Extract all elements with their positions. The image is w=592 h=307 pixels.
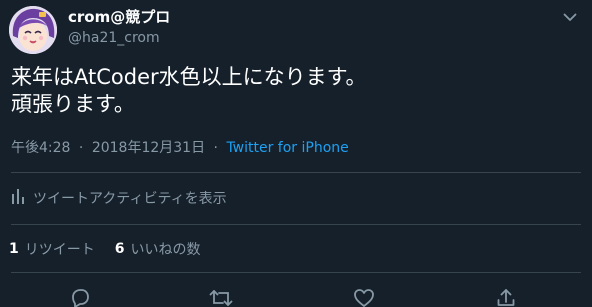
- tweet-activity-label: ツイートアクティビティを表示: [33, 191, 227, 207]
- user-handle[interactable]: @ha21_crom: [68, 29, 160, 47]
- share-icon[interactable]: [494, 286, 518, 307]
- retweets-stat[interactable]: 1 リツイート: [9, 239, 95, 259]
- reply-icon[interactable]: [68, 286, 92, 307]
- tweet-source-link[interactable]: Twitter for iPhone: [226, 140, 348, 156]
- likes-stat[interactable]: 6 いいねの数: [115, 239, 201, 259]
- heart-icon[interactable]: [352, 286, 376, 307]
- bar-chart-icon: [11, 188, 25, 208]
- retweets-label: リツイート: [24, 242, 95, 258]
- divider: [11, 272, 581, 273]
- chevron-down-icon[interactable]: [560, 8, 580, 26]
- meta-separator: ·: [213, 140, 218, 156]
- likes-label: いいねの数: [130, 242, 201, 258]
- tweet-stats: 1 リツイート 6 いいねの数: [9, 239, 221, 259]
- tweet-activity-link[interactable]: ツイートアクティビティを表示: [11, 187, 227, 209]
- tweet-time[interactable]: 午後4:28: [11, 140, 70, 156]
- tweet-date[interactable]: 2018年12月31日: [92, 140, 205, 156]
- display-name[interactable]: crom@競プロ: [68, 7, 170, 27]
- tweet-text: 来年はAtCoder水色以上になります。 頑張ります。: [11, 65, 367, 116]
- tweet-meta: 午後4:28 · 2018年12月31日 · Twitter for iPhon…: [11, 138, 349, 158]
- retweet-icon[interactable]: [209, 286, 233, 307]
- meta-separator: ·: [78, 140, 84, 156]
- avatar-image: [9, 6, 57, 54]
- divider: [11, 224, 581, 225]
- divider: [11, 172, 581, 173]
- likes-count: 6: [114, 241, 125, 257]
- retweets-count: 1: [9, 241, 19, 257]
- avatar[interactable]: [9, 6, 57, 54]
- tweet-detail: crom@競プロ @ha21_crom 来年はAtCoder水色以上になります。…: [0, 0, 592, 307]
